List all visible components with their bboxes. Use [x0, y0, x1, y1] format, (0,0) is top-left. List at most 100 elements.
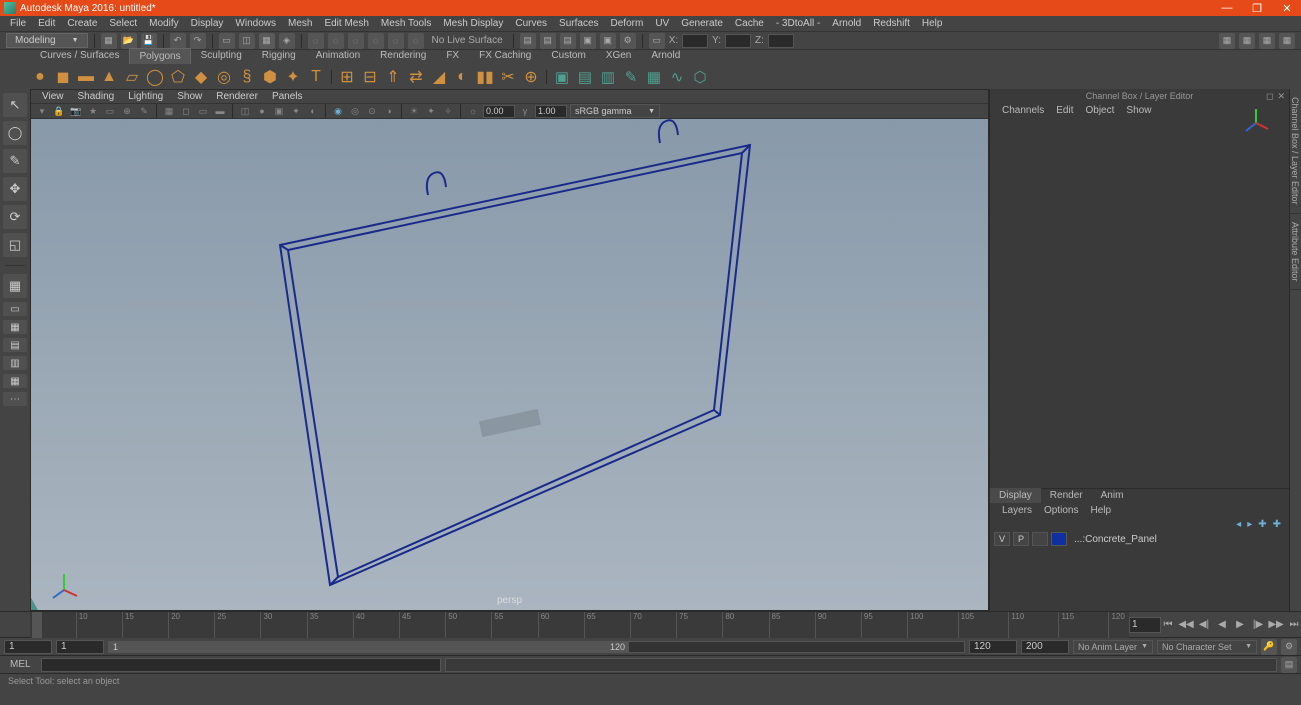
save-scene-icon[interactable]: 💾	[141, 33, 157, 49]
tab-arnold[interactable]: Arnold	[641, 47, 690, 64]
toggle-modeling-toolkit-icon[interactable]: ▦	[1279, 33, 1295, 49]
step-forward-icon[interactable]: |▶	[1251, 618, 1265, 632]
bridge-icon[interactable]: ⇄	[406, 67, 426, 87]
vp-renderer[interactable]: Renderer	[209, 91, 265, 102]
poly-cylinder-icon[interactable]: ▬	[76, 67, 96, 87]
panel-popout-icon[interactable]: ◻	[1266, 91, 1273, 102]
chbox-show[interactable]: Show	[1120, 105, 1157, 116]
poly-pyramid-icon[interactable]: ◆	[191, 67, 211, 87]
layer-new-empty-icon[interactable]: ✚	[1258, 519, 1266, 530]
tab-rendering[interactable]: Rendering	[370, 47, 436, 64]
play-back-icon[interactable]: ◀	[1215, 618, 1229, 632]
wireframe-object[interactable]	[160, 119, 860, 610]
multi-cut-icon[interactable]: ✂	[498, 67, 518, 87]
layout-four-icon[interactable]: ▦	[3, 320, 27, 334]
chbox-channels[interactable]: Channels	[996, 105, 1050, 116]
y-input[interactable]	[725, 34, 751, 48]
tab-custom[interactable]: Custom	[541, 47, 595, 64]
poly-sphere-icon[interactable]: ●	[30, 67, 50, 87]
go-to-end-icon[interactable]: ⏭	[1287, 618, 1301, 632]
menu-mesh-tools[interactable]: Mesh Tools	[375, 18, 437, 29]
menu-display[interactable]: Display	[185, 18, 230, 29]
tab-fx[interactable]: FX	[436, 47, 469, 64]
menu-uv[interactable]: UV	[649, 18, 675, 29]
layer-tab-display[interactable]: Display	[990, 488, 1041, 503]
chbox-object[interactable]: Object	[1080, 105, 1121, 116]
create-poly-icon[interactable]: ⬡	[690, 67, 710, 87]
layout-persp-icon[interactable]: ▥	[3, 356, 27, 370]
layer-visible-toggle[interactable]: V	[994, 532, 1010, 546]
layout-outliner-icon[interactable]: ▤	[3, 338, 27, 352]
layer-display-type[interactable]	[1032, 532, 1048, 546]
menu-windows[interactable]: Windows	[229, 18, 282, 29]
grid-icon[interactable]: ▦	[162, 104, 176, 118]
tab-curves-surfaces[interactable]: Curves / Surfaces	[30, 47, 129, 64]
default-material-icon[interactable]: ◑	[382, 104, 396, 118]
poly-cube-icon[interactable]: ◼	[53, 67, 73, 87]
minimize-button[interactable]: —	[1217, 2, 1237, 15]
crease-icon[interactable]: ∿	[667, 67, 687, 87]
menu-generate[interactable]: Generate	[675, 18, 729, 29]
rotate-tool-icon[interactable]: ⟳	[3, 205, 27, 229]
toggle-tool-settings-icon[interactable]: ▦	[1239, 33, 1255, 49]
layer-move-down-icon[interactable]: ▸	[1247, 519, 1252, 530]
menu-modify[interactable]: Modify	[143, 18, 184, 29]
menu-curves[interactable]: Curves	[509, 18, 553, 29]
play-forward-icon[interactable]: ▶	[1233, 618, 1247, 632]
menu-deform[interactable]: Deform	[605, 18, 650, 29]
step-forward-key-icon[interactable]: ▶▶	[1269, 618, 1283, 632]
poly-helix-icon[interactable]: §	[237, 67, 257, 87]
paint-select-tool-icon[interactable]: ✎	[3, 149, 27, 173]
camera-select-icon[interactable]: ▾	[35, 104, 49, 118]
scale-tool-icon[interactable]: ◱	[3, 233, 27, 257]
last-tool-icon[interactable]: ▦	[3, 274, 27, 298]
xray-icon[interactable]: ◎	[348, 104, 362, 118]
tab-sculpting[interactable]: Sculpting	[191, 47, 252, 64]
exposure-icon[interactable]: ☼	[466, 104, 480, 118]
menu-redshift[interactable]: Redshift	[867, 18, 916, 29]
menu-help[interactable]: Help	[916, 18, 949, 29]
menu-edit[interactable]: Edit	[32, 18, 61, 29]
poly-cone-icon[interactable]: ▲	[99, 67, 119, 87]
layout-custom-icon[interactable]: ⋯	[3, 392, 27, 406]
toggle-attribute-editor-icon[interactable]: ▦	[1219, 33, 1235, 49]
vp-shading[interactable]: Shading	[71, 91, 122, 102]
quad-draw-icon[interactable]: ▦	[644, 67, 664, 87]
layout-single-icon[interactable]: ▭	[3, 302, 27, 316]
light-selected-icon[interactable]: ✧	[441, 104, 455, 118]
separate-icon[interactable]: ⊟	[360, 67, 380, 87]
menu-surfaces[interactable]: Surfaces	[553, 18, 604, 29]
isolate-select-icon[interactable]: ◉	[331, 104, 345, 118]
layer-tab-render[interactable]: Render	[1041, 488, 1092, 503]
smooth-icon[interactable]: ◐	[452, 67, 472, 87]
menu-3dtoall[interactable]: - 3DtoAll -	[770, 18, 826, 29]
lasso-tool-icon[interactable]: ◯	[3, 121, 27, 145]
script-editor-icon[interactable]: ▤	[1281, 657, 1297, 673]
step-back-icon[interactable]: ◀|	[1197, 618, 1211, 632]
side-tab-attribute-editor[interactable]: Attribute Editor	[1290, 214, 1301, 291]
menu-arnold[interactable]: Arnold	[826, 18, 867, 29]
tab-fx-caching[interactable]: FX Caching	[469, 47, 541, 64]
range-in-field[interactable]: 1	[56, 640, 104, 654]
layer-playback-toggle[interactable]: P	[1013, 532, 1029, 546]
workspace-mode-selector[interactable]: Modeling	[6, 33, 88, 48]
manipulator-gizmo-icon[interactable]	[1241, 105, 1271, 135]
layer-options[interactable]: Options	[1038, 505, 1084, 516]
auto-key-icon[interactable]: 🔑	[1261, 639, 1277, 655]
layer-move-up-icon[interactable]: ◂	[1236, 519, 1241, 530]
gamma-value[interactable]: 1.00	[535, 105, 567, 118]
vp-show[interactable]: Show	[170, 91, 209, 102]
vp-view[interactable]: View	[35, 91, 71, 102]
target-weld-icon[interactable]: ⊕	[521, 67, 541, 87]
use-lights-icon[interactable]: ✦	[289, 104, 303, 118]
bool-intersect-icon[interactable]: ▥	[598, 67, 618, 87]
poly-plane-icon[interactable]: ▱	[122, 67, 142, 87]
menu-file[interactable]: File	[4, 18, 32, 29]
cmd-language-label[interactable]: MEL	[4, 659, 37, 670]
range-end-field[interactable]: 120	[969, 640, 1017, 654]
grease-pencil-icon[interactable]: ✎	[137, 104, 151, 118]
current-time-marker[interactable]	[32, 612, 42, 638]
poly-type-icon[interactable]: T	[306, 67, 326, 87]
layer-new-selected-icon[interactable]: ✚	[1273, 519, 1281, 530]
poly-platonic-icon[interactable]: ✦	[283, 67, 303, 87]
